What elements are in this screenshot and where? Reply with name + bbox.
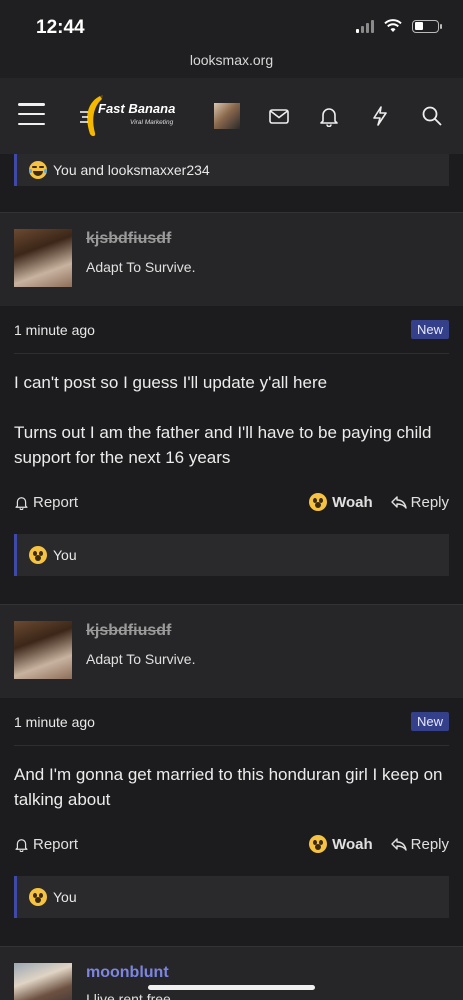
site-header: Fast Banana Viral Marketing xyxy=(0,78,463,154)
new-badge: New xyxy=(410,320,449,339)
post: kjsbdfiusdf Adapt To Survive. 1 minute a… xyxy=(0,604,463,918)
post-paragraph: Turns out I am the father and I'll have … xyxy=(14,423,432,467)
bell-report-icon xyxy=(15,496,28,510)
reply-arrow-icon xyxy=(390,838,407,851)
post-author-block: kjsbdfiusdf Adapt To Survive. xyxy=(0,604,463,708)
menu-icon[interactable] xyxy=(18,103,45,125)
post-actions-right: Woah Reply xyxy=(309,835,449,853)
status-bar: 12:44 xyxy=(0,0,463,46)
reply-button[interactable]: Reply xyxy=(390,493,449,511)
reply-label: Reply xyxy=(410,835,449,853)
post-content: I can't post so I guess I'll update y'al… xyxy=(14,354,449,470)
post-author-block: kjsbdfiusdf Adapt To Survive. xyxy=(0,212,463,316)
user-avatar[interactable] xyxy=(214,103,240,129)
author-username[interactable]: kjsbdfiusdf xyxy=(86,230,171,248)
laughing-emoji-icon xyxy=(29,161,47,179)
status-icons xyxy=(356,19,442,33)
address-bar[interactable]: looksmax.org xyxy=(0,46,463,78)
post-date[interactable]: 1 minute ago xyxy=(14,714,95,730)
logo-text: Fast Banana xyxy=(98,101,176,116)
post: moonblunt I live rent free xyxy=(0,946,463,1000)
post-date[interactable]: 1 minute ago xyxy=(14,322,95,338)
wow-emoji-icon xyxy=(29,546,47,564)
bell-report-icon xyxy=(15,838,28,852)
site-logo[interactable]: Fast Banana Viral Marketing xyxy=(68,94,198,138)
home-indicator[interactable] xyxy=(148,985,315,990)
post-body: 1 minute ago New And I'm gonna get marri… xyxy=(0,698,463,918)
post-body: 1 minute ago New I can't post so I guess… xyxy=(0,306,463,576)
report-button[interactable]: Report xyxy=(14,494,78,511)
report-label: Report xyxy=(33,493,79,511)
post-actions-right: Woah Reply xyxy=(309,493,449,511)
status-time: 12:44 xyxy=(36,17,85,38)
author-title: Adapt To Survive. xyxy=(86,259,196,275)
new-badge: New xyxy=(410,712,449,731)
lightning-bolt-icon[interactable] xyxy=(369,105,391,127)
react-button[interactable]: Woah xyxy=(309,835,373,853)
post-actions: Report Woah Reply xyxy=(14,812,449,876)
thread-feed: You and looksmaxxer234 kjsbdfiusdf Adapt… xyxy=(0,154,463,1000)
battery-icon xyxy=(412,19,442,33)
author-title: Adapt To Survive. xyxy=(86,651,196,667)
author-avatar[interactable] xyxy=(14,229,72,287)
author-avatar[interactable] xyxy=(14,963,72,1000)
report-label: Report xyxy=(33,835,79,853)
bell-icon[interactable] xyxy=(318,105,340,127)
post-paragraph: I can't post so I guess I'll update y'al… xyxy=(14,373,328,392)
report-button[interactable]: Report xyxy=(14,836,78,853)
post-paragraph: And I'm gonna get married to this hondur… xyxy=(14,765,443,809)
reactions-bar[interactable]: You xyxy=(14,876,449,918)
cellular-signal-icon xyxy=(356,19,374,33)
reaction-label: Woah xyxy=(332,493,373,511)
reactions-bar[interactable]: You xyxy=(14,534,449,576)
post-content: And I'm gonna get married to this hondur… xyxy=(14,746,449,812)
reply-arrow-icon xyxy=(390,496,407,509)
author-username[interactable]: kjsbdfiusdf xyxy=(86,622,171,640)
reply-button[interactable]: Reply xyxy=(390,835,449,853)
reactions-text: You and looksmaxxer234 xyxy=(53,162,210,178)
reaction-label: Woah xyxy=(332,835,373,853)
logo-subtext: Viral Marketing xyxy=(130,119,174,126)
reactions-text: You xyxy=(53,547,77,563)
wifi-icon xyxy=(384,19,402,32)
reply-label: Reply xyxy=(410,493,449,511)
reactions-text: You xyxy=(53,889,77,905)
post-meta: 1 minute ago New xyxy=(14,306,449,354)
author-username[interactable]: moonblunt xyxy=(86,964,169,982)
post-author-block: moonblunt I live rent free xyxy=(0,946,463,1000)
wow-emoji-icon xyxy=(29,888,47,906)
author-avatar[interactable] xyxy=(14,621,72,679)
inbox-icon[interactable] xyxy=(268,105,290,127)
post: kjsbdfiusdf Adapt To Survive. 1 minute a… xyxy=(0,212,463,576)
author-title: I live rent free xyxy=(86,991,171,1000)
wow-emoji-icon xyxy=(309,493,328,511)
react-button[interactable]: Woah xyxy=(309,493,373,511)
post-meta: 1 minute ago New xyxy=(14,698,449,746)
wow-emoji-icon xyxy=(309,835,328,853)
search-icon[interactable] xyxy=(421,105,443,127)
reactions-bar[interactable]: You and looksmaxxer234 xyxy=(14,154,449,186)
post-actions: Report Woah Reply xyxy=(14,470,449,534)
